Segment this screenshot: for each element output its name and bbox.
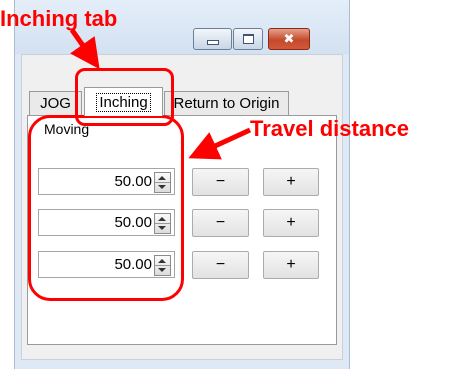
tab-label: Inching xyxy=(96,92,151,112)
inching-arrow xyxy=(69,28,100,70)
travel-arrow xyxy=(188,127,252,160)
tab-inching[interactable]: Inching xyxy=(84,87,163,116)
annotation-arrows xyxy=(69,28,252,160)
